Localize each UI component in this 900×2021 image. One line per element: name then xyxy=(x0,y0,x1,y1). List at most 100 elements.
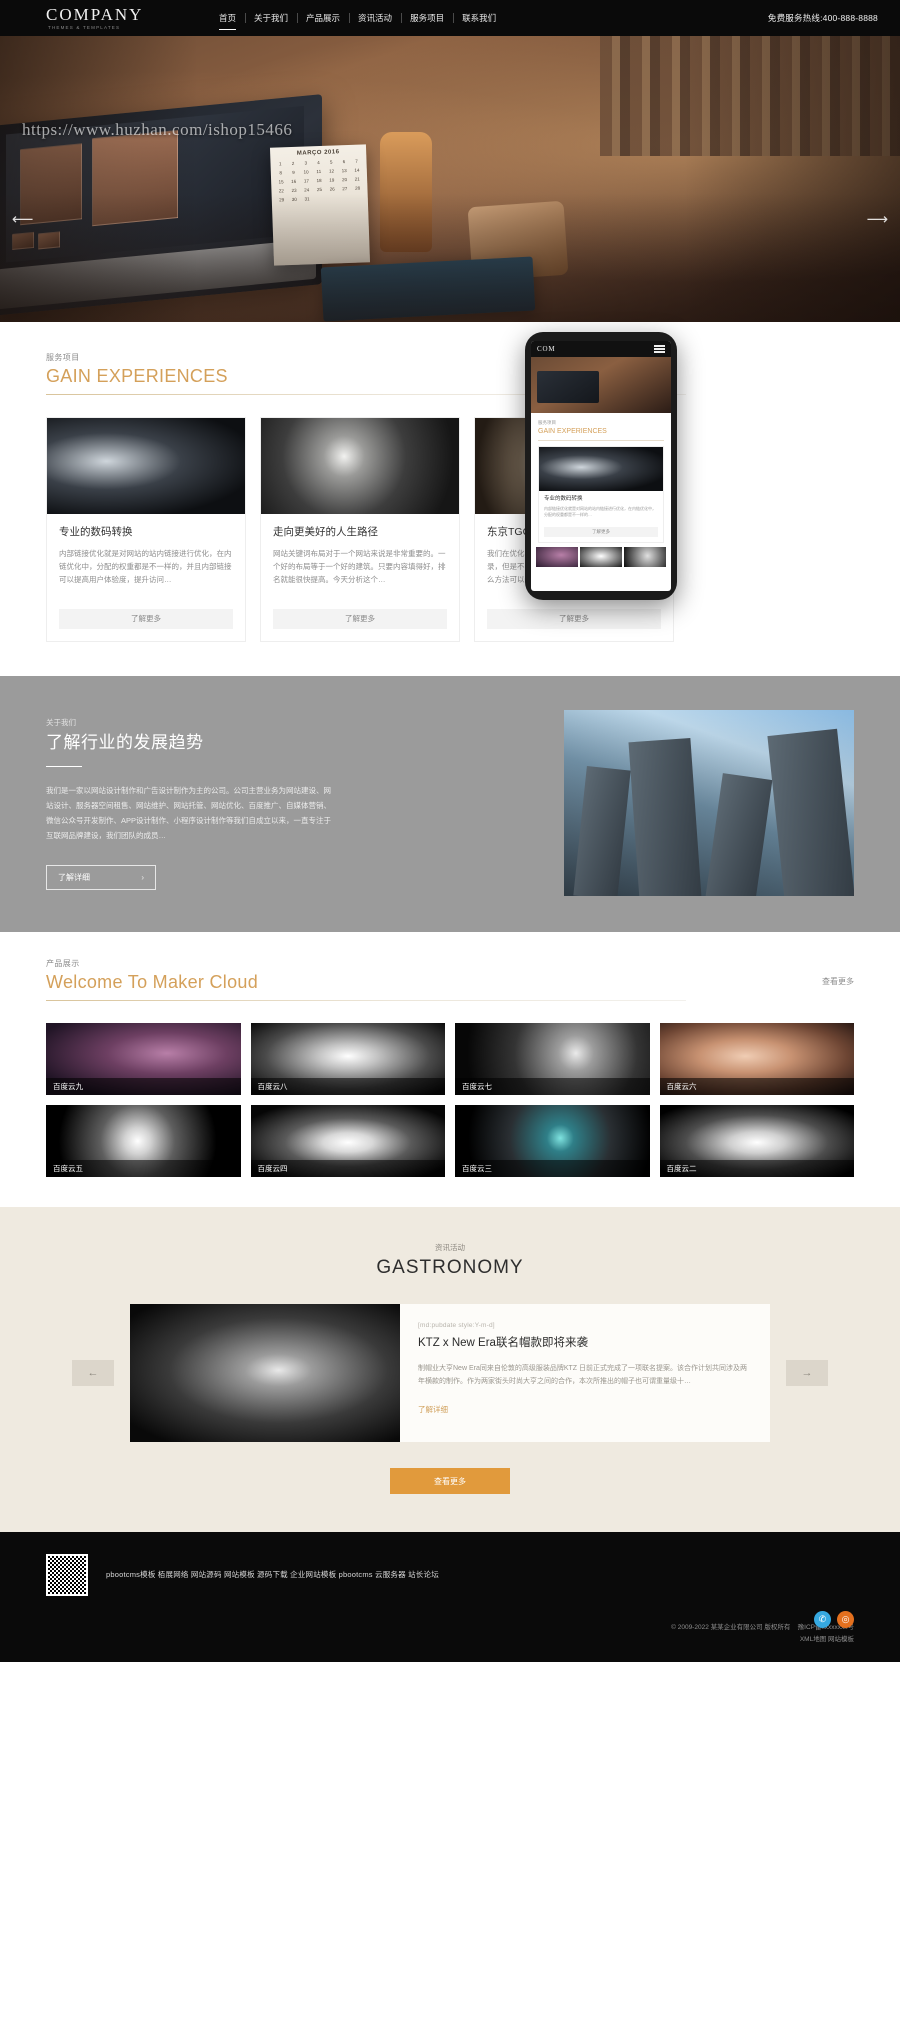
watermark-url: https://www.huzhan.com/ishop15466 xyxy=(22,120,293,139)
hero-calendar-decor: MARÇO 2016 1234567 8 9 10 11 12 13 14 15 16 17 18… xyxy=(269,144,371,266)
calendar-grid: 1234567 8 9 10 11 12 13 14 15 16 17 18 19 20 21 22 23… xyxy=(278,158,361,203)
main-nav: 首页 关于我们 产品展示 资讯活动 服务项目 联系我们 xyxy=(210,8,505,30)
news-article-date: [md:pubdate style:Y-m-d] xyxy=(418,1322,495,1329)
about-text-column: 关于我们 了解行业的发展趋势 我们是一家以网站设计制作和广告设计制作为主的公司。… xyxy=(46,710,336,890)
news-article-desc: 制帽业大亨New Era同来自伦敦的高级服装品牌KTZ 日前正式完成了一项联名提… xyxy=(418,1365,748,1385)
news-section: 资讯活动 GASTRONOMY ← [md:pubdate style:Y-m-… xyxy=(0,1207,900,1532)
calendar-month-label: MARÇO 2016 xyxy=(296,149,340,157)
product-tile[interactable]: 百度云七 xyxy=(455,1023,650,1095)
service-card[interactable]: 走向更美好的人生路径 网站关键词布局对于一个网站来说是非常重要的。一个好的布局等… xyxy=(260,417,460,642)
footer-bottom-row: © 2009-2022 某某企业有限公司 版权所有 豫ICP备xxxxxxxx号… xyxy=(46,1622,854,1646)
product-tile[interactable]: 百度云五 xyxy=(46,1105,241,1177)
service-card-desc: 内部链接优化就是对网站的站内链接进行优化，在内链优化中，分配的权重都是不一样的，… xyxy=(59,549,232,584)
about-more-button[interactable]: 了解详细 › xyxy=(46,865,156,890)
product-tile-label: 百度云六 xyxy=(659,1078,854,1095)
nav-item-news[interactable]: 资讯活动 xyxy=(349,8,401,28)
product-tile[interactable]: 百度云三 xyxy=(455,1105,650,1177)
social-links: ✆ ◎ xyxy=(814,1611,854,1628)
mobile-service-card-body: 专业的数码转换 内部链接优化就是对网站的站内链接进行优化，在内链优化中，分配的权… xyxy=(539,491,663,524)
hero-keyboard-decor xyxy=(0,238,316,310)
about-title: 了解行业的发展趋势 xyxy=(46,733,204,752)
mobile-hero-image xyxy=(531,357,671,413)
mobile-service-card[interactable]: 专业的数码转换 内部链接优化就是对网站的站内链接进行优化，在内链优化中，分配的权… xyxy=(538,446,664,543)
service-card-button[interactable]: 了解更多 xyxy=(59,609,233,629)
mobile-service-card-image xyxy=(539,447,663,491)
product-tile[interactable]: 百度云六 xyxy=(659,1023,854,1095)
product-tile[interactable]: 百度云四 xyxy=(250,1105,445,1177)
nav-item-products[interactable]: 产品展示 xyxy=(297,8,349,28)
nav-item-contact[interactable]: 联系我们 xyxy=(453,8,505,28)
product-tile-label: 百度云八 xyxy=(250,1078,445,1095)
footer-top-row: pbootcms模板 栢展网络 网站源码 网站模板 源码下载 企业网站模板 pb… xyxy=(46,1554,854,1596)
products-grid: 百度云九 百度云八 百度云七 百度云六 百度云五 百度云四 百度云三 百度云二 xyxy=(46,1023,854,1177)
hero-notebook-decor xyxy=(320,256,536,322)
product-tile-label: 百度云七 xyxy=(455,1078,650,1095)
footer-copyright: © 2009-2022 某某企业有限公司 版权所有 xyxy=(671,1624,791,1631)
news-kicker: 资讯活动 xyxy=(435,1243,465,1252)
weibo-icon[interactable]: ◎ xyxy=(837,1611,854,1628)
news-article-card[interactable]: [md:pubdate style:Y-m-d] KTZ x New Era联名… xyxy=(130,1304,770,1442)
nav-item-services[interactable]: 服务项目 xyxy=(401,8,453,28)
service-card-body: 专业的数码转换 内部链接优化就是对网站的站内链接进行优化，在内链优化中，分配的权… xyxy=(47,514,245,599)
qq-icon[interactable]: ✆ xyxy=(814,1611,831,1628)
mobile-services-kicker: 服务项目 xyxy=(538,420,556,425)
product-tile-label: 百度云四 xyxy=(250,1160,445,1177)
products-kicker: 产品展示 xyxy=(46,959,80,968)
logo-subtitle: THEMES & TEMPLATES xyxy=(48,24,121,30)
service-card-image xyxy=(47,418,245,514)
news-prev-arrow-icon[interactable]: ← xyxy=(72,1360,114,1386)
hero-shelf-decor xyxy=(600,36,900,156)
site-footer: pbootcms模板 栢展网络 网站源码 网站模板 源码下载 企业网站模板 pb… xyxy=(0,1532,900,1662)
nav-item-about[interactable]: 关于我们 xyxy=(245,8,297,28)
chevron-right-icon: › xyxy=(141,873,144,882)
qr-code-icon xyxy=(46,1554,88,1596)
news-next-arrow-icon[interactable]: → xyxy=(786,1360,828,1386)
about-section: 关于我们 了解行业的发展趋势 我们是一家以网站设计制作和广告设计制作为主的公司。… xyxy=(0,676,900,932)
about-more-label: 了解详细 xyxy=(58,873,90,882)
service-card-body: 走向更美好的人生路径 网站关键词布局对于一个网站来说是非常重要的。一个好的布局等… xyxy=(261,514,459,599)
service-card-button[interactable]: 了解更多 xyxy=(273,609,447,629)
logo-text: COMPANY xyxy=(46,4,144,24)
footer-sitemap[interactable]: XML地图 网站模板 xyxy=(800,1636,854,1643)
site-logo[interactable]: COMPANY THEMES & TEMPLATES xyxy=(46,4,164,31)
news-title: GASTRONOMY xyxy=(376,1257,524,1278)
product-tile[interactable]: 百度云二 xyxy=(659,1105,854,1177)
products-title: Welcome To Maker Cloud xyxy=(46,972,259,992)
product-tile-label: 百度云三 xyxy=(455,1160,650,1177)
mobile-service-card-desc: 内部链接优化就是对网站的站内链接进行优化，在内链优化中，分配的权重都是不一样的… xyxy=(544,506,656,517)
hero-background-image: MARÇO 2016 1234567 8 9 10 11 12 13 14 15 16 17 18… xyxy=(0,36,900,322)
hero-photo-thumb xyxy=(92,129,178,227)
news-article-title: KTZ x New Era联名帽款即将来袭 xyxy=(418,1337,588,1349)
service-card-desc: 网站关键词布局对于一个网站来说是非常重要的。一个好的布局等于一个好的建筑。只要内… xyxy=(273,549,446,584)
product-tile-label: 百度云二 xyxy=(659,1160,854,1177)
service-card[interactable]: 专业的数码转换 内部链接优化就是对网站的站内链接进行优化，在内链优化中，分配的权… xyxy=(46,417,246,642)
about-description: 我们是一家以网站设计制作和广告设计制作为主的公司。公司主营业务为网站建设、网站设… xyxy=(46,786,332,840)
mobile-product-tile[interactable] xyxy=(536,547,578,567)
products-section: 产品展示 Welcome To Maker Cloud 查看更多 百度云九 百度… xyxy=(0,932,900,1207)
mobile-product-tile[interactable] xyxy=(580,547,622,567)
product-tile-label: 百度云九 xyxy=(46,1078,241,1095)
hamburger-icon[interactable] xyxy=(654,344,665,355)
hero-prev-arrow-icon[interactable]: ⟵ xyxy=(12,212,34,227)
news-more-button[interactable]: 查看更多 xyxy=(390,1468,510,1494)
news-article-link[interactable]: 了解详细 xyxy=(418,1404,752,1415)
mobile-product-tile[interactable] xyxy=(624,547,666,567)
footer-links-text[interactable]: pbootcms模板 栢展网络 网站源码 网站模板 源码下载 企业网站模板 pb… xyxy=(106,1568,439,1582)
about-kicker: 关于我们 xyxy=(46,718,76,727)
products-more-link[interactable]: 查看更多 xyxy=(822,976,854,987)
mobile-preview-screen: COM 服务项目 GAIN EXPERIENCES 专业的数码转换 内部链接优化… xyxy=(531,341,671,591)
product-tile[interactable]: 百度云九 xyxy=(46,1023,241,1095)
hero-bottle-decor xyxy=(380,132,432,252)
mobile-services-title: GAIN EXPERIENCES xyxy=(538,428,607,435)
services-heading: 服务项目 GAIN EXPERIENCES xyxy=(46,352,854,395)
service-card-title: 走向更美好的人生路径 xyxy=(273,526,378,538)
service-card-button[interactable]: 了解更多 xyxy=(487,609,661,629)
hero-toy-decor xyxy=(467,200,569,282)
product-tile[interactable]: 百度云八 xyxy=(250,1023,445,1095)
hero-next-arrow-icon[interactable]: ⟶ xyxy=(866,212,888,227)
hero-photo-thumb xyxy=(38,231,60,250)
mobile-service-card-button[interactable]: 了解更多 xyxy=(544,527,658,537)
nav-item-home[interactable]: 首页 xyxy=(210,8,245,30)
hero-banner: MARÇO 2016 1234567 8 9 10 11 12 13 14 15 16 17 18… xyxy=(0,36,900,322)
news-article-image xyxy=(130,1304,400,1442)
